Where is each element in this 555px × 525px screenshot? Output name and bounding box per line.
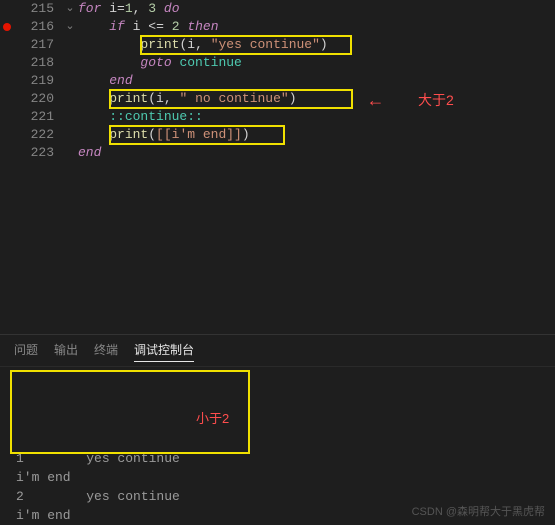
code-content[interactable]: print(i, "yes continue") [78,36,555,54]
code-content[interactable]: if i <= 2 then [78,18,555,36]
code-line[interactable]: 218 goto continue [0,54,555,72]
line-number: 219 [14,72,62,90]
breakpoint-icon[interactable] [3,23,11,31]
code-line[interactable]: 219 end [0,72,555,90]
code-content[interactable]: end [78,144,555,162]
code-line[interactable]: 222 print([[i'm end]]) [0,126,555,144]
code-content[interactable]: print([[i'm end]]) [78,126,555,144]
code-content[interactable]: end [78,72,555,90]
code-line[interactable]: 215⌄for i=1, 3 do [0,0,555,18]
code-content[interactable]: goto continue [78,54,555,72]
line-number: 218 [14,54,62,72]
line-number: 215 [14,0,62,18]
panel-tab[interactable]: 问题 [14,341,38,362]
arrow-annotation: ← [370,92,381,112]
panel-tab[interactable]: 终端 [94,341,118,362]
panel-tab[interactable]: 调试控制台 [134,341,194,362]
annotation-lt2: 小于2 [196,409,229,428]
line-number: 223 [14,144,62,162]
line-number: 217 [14,36,62,54]
code-line[interactable]: 223 end [0,144,555,162]
console-line: 1 yes continue [16,449,539,468]
bottom-panel: 问题输出终端调试控制台 小于2 1 yes continuei'm end2 y… [0,334,555,525]
code-line[interactable]: 221 ::continue:: [0,108,555,126]
console-line: i'm end [16,506,539,525]
annotation-gt2: 大于2 [418,90,454,110]
line-number: 220 [14,90,62,108]
console-line: 2 yes continue [16,487,539,506]
code-line[interactable]: 220 print(i, " no continue") [0,90,555,108]
code-content[interactable]: print(i, " no continue") [78,90,555,108]
fold-icon[interactable]: ⌄ [62,18,78,36]
panel-tab[interactable]: 输出 [54,341,78,362]
breakpoint-gutter[interactable] [0,23,14,31]
line-number: 222 [14,126,62,144]
code-content[interactable]: for i=1, 3 do [78,0,555,18]
line-number: 216 [14,18,62,36]
debug-console[interactable]: 小于2 1 yes continuei'm end2 yes continuei… [0,367,555,525]
code-line[interactable]: 217 print(i, "yes continue") [0,36,555,54]
panel-tabs: 问题输出终端调试控制台 [0,335,555,367]
fold-icon[interactable]: ⌄ [62,0,78,18]
console-line: i'm end [16,468,539,487]
line-number: 221 [14,108,62,126]
code-content[interactable]: ::continue:: [78,108,555,126]
code-line[interactable]: 216⌄ if i <= 2 then [0,18,555,36]
code-editor[interactable]: 215⌄for i=1, 3 do216⌄ if i <= 2 then217 … [0,0,555,335]
